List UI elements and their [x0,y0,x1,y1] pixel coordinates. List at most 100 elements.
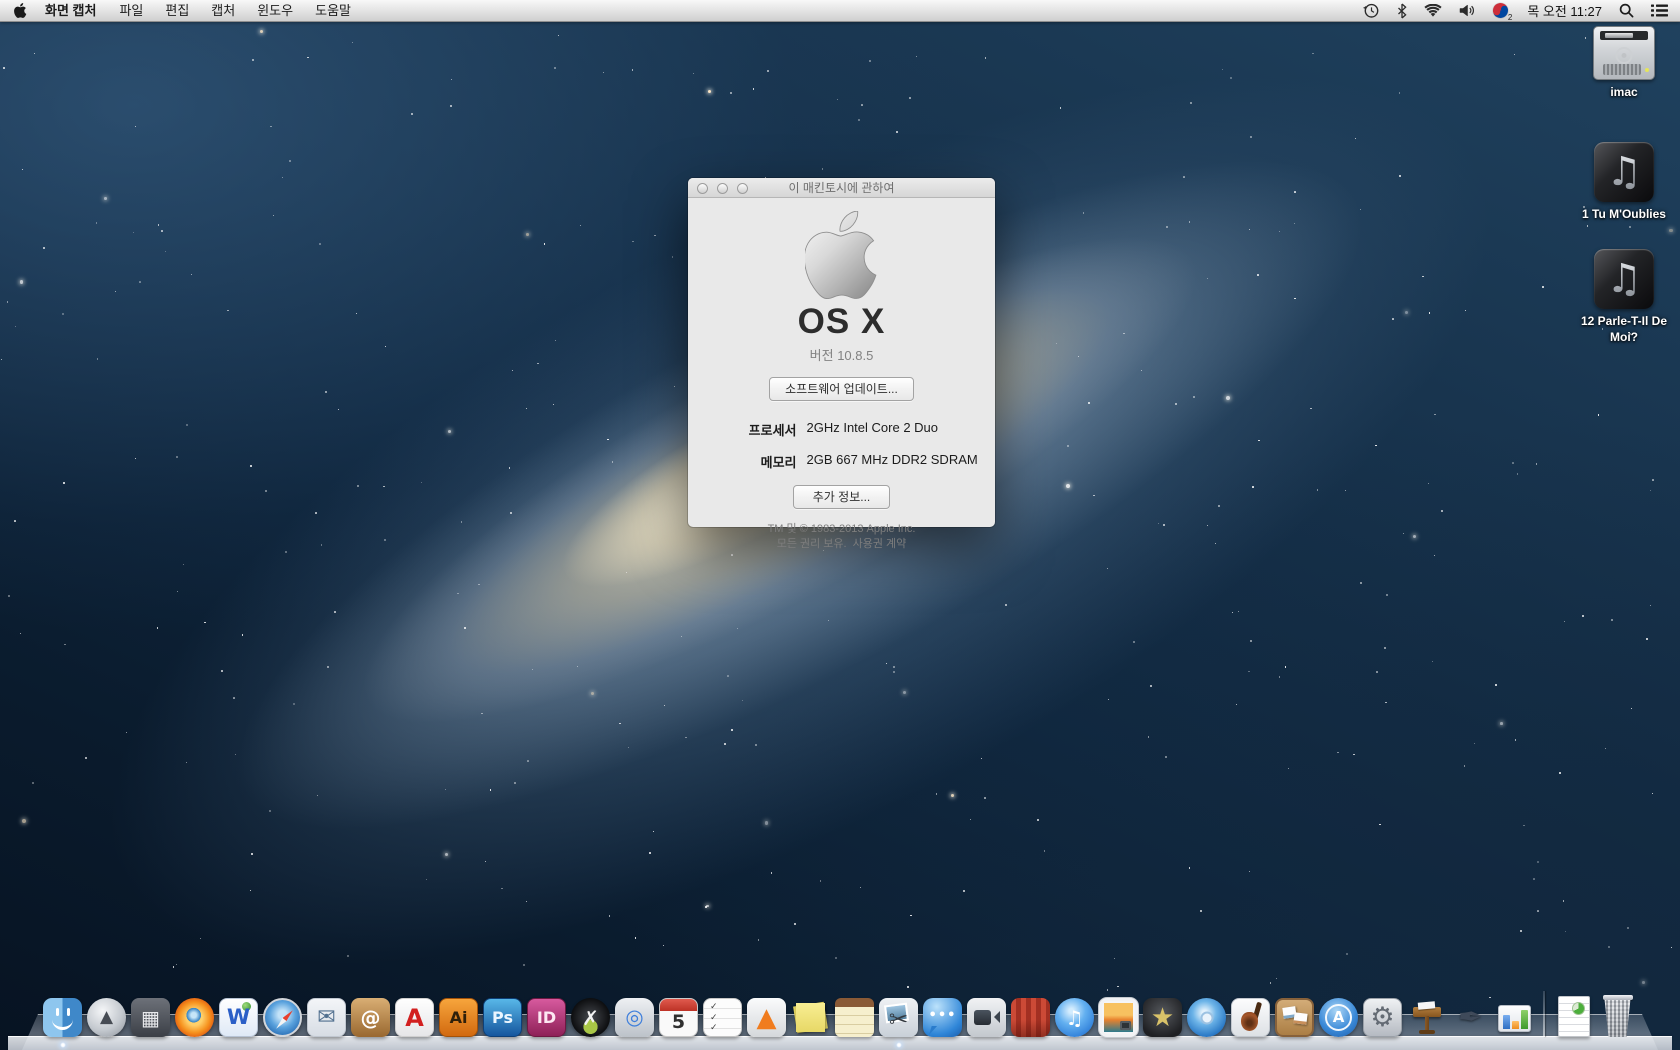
volume-icon[interactable] [1459,3,1476,18]
menu-item-2[interactable]: 편집 [154,3,200,18]
dock-item-acrobat[interactable]: A [394,996,435,1037]
dock: ▲▦W✉@AAiPsID✗◎5▲✂•••♫★A⚙✒ [0,978,1680,1050]
dock-item-app-store[interactable]: A [1318,996,1359,1037]
dock-item-photoshop[interactable]: Ps [482,996,523,1037]
window-title-bar[interactable]: 이 매킨토시에 관하여 [688,178,995,198]
dock-item-reminders[interactable] [702,996,743,1037]
dock-item-photo-booth[interactable] [1010,996,1051,1037]
time-machine-icon[interactable] [1363,2,1380,19]
dock-item-imovie[interactable]: ★ [1142,996,1183,1037]
dock-item-keynote[interactable] [1406,996,1447,1037]
desktop-icon-imac-volume[interactable]: imac [1582,26,1666,101]
numbers-icon [1495,998,1534,1037]
desktop-icon-music-file-2[interactable]: ♫ 12 Parle-T-Il De Moi? [1572,249,1676,345]
dock-item-idvd[interactable] [1186,996,1227,1037]
minimize-button[interactable] [717,183,728,194]
trash-icon [1600,995,1636,1037]
about-window-body: OS X 버전 10.8.5 소프트웨어 업데이트... 프로세서 2GHz I… [688,198,995,553]
toast-icon: ◎ [615,998,654,1037]
w-app-icon: W [219,998,258,1037]
apple-menu-icon[interactable] [14,3,27,18]
dock-item-itunes[interactable]: ♫ [1054,996,1095,1037]
menu-item-4[interactable]: 윈도우 [246,3,304,18]
memory-label: 메모리 [705,452,797,471]
dock-item-x-media[interactable]: ✗ [570,996,611,1037]
dock-item-iweb[interactable] [1274,996,1315,1037]
window-title: 이 매킨토시에 관하여 [688,178,995,198]
os-name: OS X [688,304,995,339]
illustrator-icon: Ai [439,998,478,1037]
dock-item-iphoto[interactable] [1098,996,1139,1037]
processor-label: 프로세서 [705,420,797,439]
dock-item-trash[interactable] [1597,996,1638,1037]
dock-item-launchpad[interactable]: ▲ [86,996,127,1037]
menu-item-5[interactable]: 도움말 [304,3,362,18]
vlc-icon: ▲ [747,998,786,1037]
vlc-glyph: ▲ [757,1005,777,1031]
reminders-icon [703,998,742,1037]
dock-item-firefox[interactable] [174,996,215,1037]
korean-input-flag-icon[interactable]: 2 [1493,3,1510,19]
dock-item-mail[interactable]: ✉ [306,996,347,1037]
desktop-icon-label: 12 Parle-T-Il De Moi? [1572,314,1676,345]
system-preferences-icon: ⚙ [1363,998,1402,1037]
dock-item-w-app[interactable]: W [218,996,259,1037]
calendar-glyph: 5 [672,1013,685,1032]
dock-item-vlc[interactable]: ▲ [746,996,787,1037]
iweb-icon [1275,998,1314,1037]
dock-item-document[interactable] [1553,996,1594,1037]
notification-center-icon[interactable] [1651,4,1668,17]
dock-shelf-front [8,1036,1672,1050]
spotlight-icon[interactable] [1619,3,1634,18]
mail-icon: ✉ [307,998,346,1037]
desktop: 화면 캡처파일편집캡처윈도우도움말 [0,0,1680,1050]
more-info-button[interactable]: 추가 정보... [793,485,891,509]
dock-item-toast[interactable]: ◎ [614,996,655,1037]
dock-item-facetime[interactable] [966,996,1007,1037]
menu-bar-status: 2 목 오전 11:27 [1363,1,1680,20]
dock-item-messages[interactable]: ••• [922,996,963,1037]
calendar-icon: 5 [659,998,698,1037]
dock-item-calendar[interactable]: 5 [658,996,699,1037]
menu-item-1[interactable]: 파일 [108,3,154,18]
launchpad-icon: ▲ [87,998,126,1037]
copyright-line-1: TM 및 © 1983-2013 Apple Inc. [768,523,916,535]
x-media-glyph: ✗ [582,1008,599,1028]
license-agreement-link[interactable]: 사용권 계약 [853,538,907,550]
dock-item-notes[interactable] [834,996,875,1037]
os-version: 버전 10.8.5 [688,345,995,364]
dock-item-indesign[interactable]: ID [526,996,567,1037]
dock-item-stickies[interactable] [790,996,831,1037]
wifi-icon[interactable] [1424,4,1442,18]
menu-bar: 화면 캡처파일편집캡처윈도우도움말 [0,0,1680,22]
dock-item-illustrator[interactable]: Ai [438,996,479,1037]
stickies-icon [791,998,830,1037]
messages-glyph: ••• [929,1009,957,1022]
document-icon [1558,996,1590,1037]
processor-row: 프로세서 2GHz Intel Core 2 Duo [688,420,995,439]
dock-item-pages[interactable]: ✒ [1450,996,1491,1037]
grab-glyph: ✂ [889,1009,908,1032]
software-update-button[interactable]: 소프트웨어 업데이트... [769,377,914,401]
contacts-icon: @ [351,998,390,1037]
dock-item-numbers[interactable] [1494,996,1535,1037]
grab-icon: ✂ [879,998,918,1037]
bluetooth-icon[interactable] [1397,3,1407,19]
dock-item-system-preferences[interactable]: ⚙ [1362,996,1403,1037]
close-button[interactable] [697,183,708,194]
dock-item-grab[interactable]: ✂ [878,996,919,1037]
dock-item-contacts[interactable]: @ [350,996,391,1037]
processor-value: 2GHz Intel Core 2 Duo [807,420,979,439]
iphoto-icon [1099,998,1138,1037]
dock-item-safari[interactable] [262,996,303,1037]
menu-app-name[interactable]: 화면 캡처 [33,3,108,18]
desktop-icon-music-file-1[interactable]: ♫ 1 Tu M'Oublies [1572,142,1676,223]
dock-item-finder[interactable] [42,996,83,1037]
menu-item-3[interactable]: 캡처 [200,3,246,18]
menu-bar-clock[interactable]: 목 오전 11:27 [1527,1,1602,20]
dock-item-garageband[interactable] [1230,996,1271,1037]
zoom-button[interactable] [737,183,748,194]
pages-icon: ✒ [1451,998,1490,1037]
dock-item-mission-control[interactable]: ▦ [130,996,171,1037]
hard-drive-icon [1593,26,1655,80]
